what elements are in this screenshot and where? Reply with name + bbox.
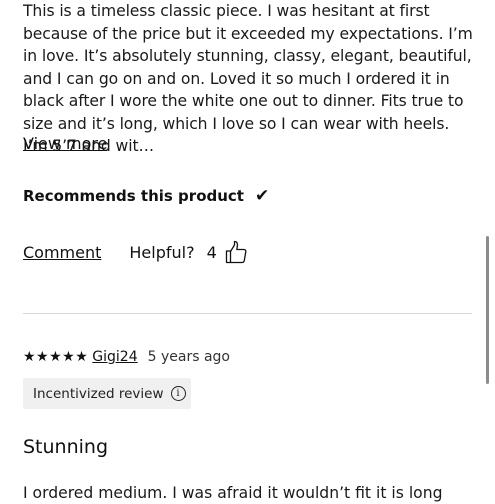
recommends-product: Recommends this product ✔ bbox=[23, 186, 269, 206]
scrollbar[interactable] bbox=[486, 236, 489, 384]
helpful-count: 4 bbox=[206, 242, 217, 262]
review-title: Stunning bbox=[23, 436, 109, 458]
review-divider bbox=[23, 313, 472, 314]
check-icon: ✔ bbox=[254, 186, 270, 206]
incentivized-label: Incentivized review bbox=[33, 385, 164, 402]
review-actions: Comment Helpful? 4 bbox=[23, 240, 247, 264]
review-meta: ★★★★★ Gigi24 5 years ago bbox=[23, 349, 230, 365]
review-timestamp: 5 years ago bbox=[147, 349, 230, 365]
incentivized-badge: Incentivized review i bbox=[23, 378, 191, 409]
star-rating: ★★★★★ bbox=[23, 349, 89, 365]
view-more-link[interactable]: View more bbox=[23, 134, 108, 153]
helpful-label: Helpful? bbox=[129, 242, 195, 262]
info-icon[interactable]: i bbox=[170, 386, 186, 401]
thumbs-up-icon[interactable] bbox=[225, 240, 247, 264]
comment-link[interactable]: Comment bbox=[23, 243, 101, 262]
recommends-label: Recommends this product bbox=[23, 187, 244, 205]
review-body-partial: I ordered medium. I was afraid it wouldn… bbox=[23, 484, 443, 502]
author-link[interactable]: Gigi24 bbox=[92, 349, 137, 365]
